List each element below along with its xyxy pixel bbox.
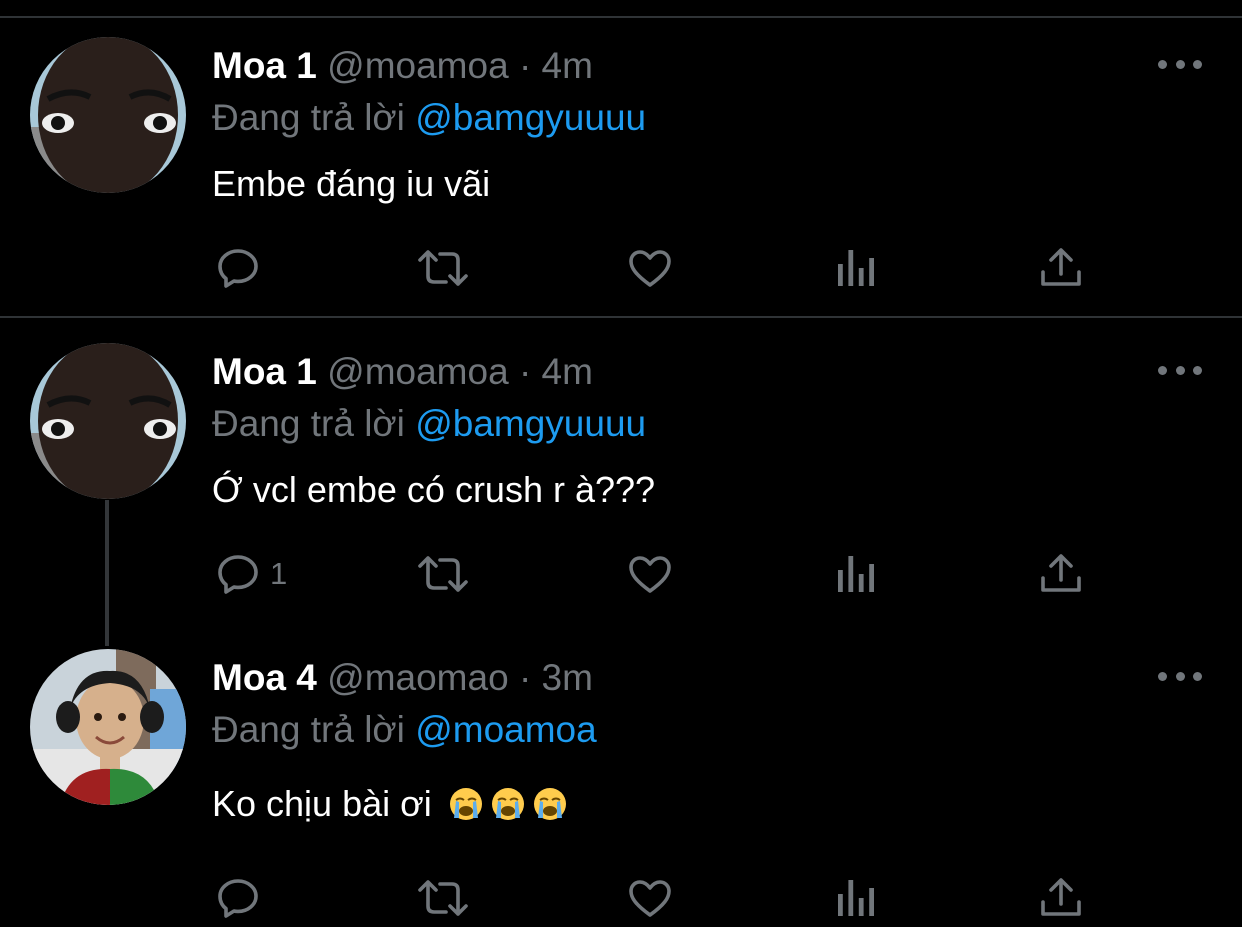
retweet-button[interactable] <box>416 550 470 598</box>
loudly-crying-face-icon <box>449 788 482 820</box>
top-divider <box>0 16 1242 18</box>
tweet-text: Ko chịu bài ơi <box>212 783 432 824</box>
tweet-text: Ớ vcl embe có crush r à??? <box>212 469 656 510</box>
retweet-icon <box>418 880 468 916</box>
like-icon <box>629 556 671 593</box>
handle[interactable]: @moamoa <box>327 351 509 392</box>
share-button[interactable] <box>1037 874 1085 922</box>
retweet-button[interactable] <box>416 874 470 922</box>
reply-icon <box>218 555 258 594</box>
like-button[interactable] <box>626 244 674 292</box>
timestamp[interactable]: · 3m <box>519 657 593 698</box>
reply-prefix: Đang trả lời <box>212 709 405 750</box>
display-name[interactable]: Moa 1 <box>212 351 317 392</box>
reply-context: Đang trả lời @bamgyuuuu <box>212 97 646 139</box>
display-name[interactable]: Moa 1 <box>212 45 317 86</box>
reply-prefix: Đang trả lời <box>212 403 405 444</box>
more-icon[interactable] <box>1158 670 1202 682</box>
share-button[interactable] <box>1037 550 1085 598</box>
analytics-button[interactable] <box>834 552 878 596</box>
like-button[interactable] <box>626 874 674 922</box>
reply-icon <box>218 879 258 918</box>
reply-mention[interactable]: @moamoa <box>415 709 597 750</box>
loudly-crying-face-icon <box>491 788 524 820</box>
more-icon[interactable] <box>1158 58 1202 70</box>
reply-context: Đang trả lời @moamoa <box>212 709 597 751</box>
reply-button[interactable] <box>214 874 270 922</box>
avatar[interactable] <box>30 649 186 805</box>
handle[interactable]: @maomao <box>327 657 509 698</box>
reply-prefix: Đang trả lời <box>212 97 405 138</box>
retweet-button[interactable] <box>416 244 470 292</box>
reply-button[interactable]: 1 <box>214 550 287 598</box>
tweet-header: Moa 4 @maomao · 3m <box>212 657 593 699</box>
reply-button[interactable] <box>214 244 270 292</box>
tweet-header: Moa 1 @moamoa · 4m <box>212 45 593 87</box>
timestamp[interactable]: · 4m <box>519 351 593 392</box>
analytics-icon <box>838 556 874 592</box>
reply-context: Đang trả lời @bamgyuuuu <box>212 403 646 445</box>
share-icon <box>1041 248 1081 286</box>
tweet-divider <box>0 316 1242 318</box>
retweet-icon <box>418 250 468 286</box>
share-icon <box>1041 554 1081 592</box>
avatar[interactable] <box>30 37 186 193</box>
tweet-text-row: Ko chịu bài ơi <box>212 783 568 825</box>
like-button[interactable] <box>626 550 674 598</box>
tweet-header: Moa 1 @moamoa · 4m <box>212 351 593 393</box>
share-button[interactable] <box>1037 244 1085 292</box>
reply-mention[interactable]: @bamgyuuuu <box>415 403 646 444</box>
reply-mention[interactable]: @bamgyuuuu <box>415 97 646 138</box>
reply-icon <box>218 249 258 288</box>
tweet-text: Embe đáng iu vãi <box>212 163 491 204</box>
like-icon <box>629 250 671 287</box>
like-icon <box>629 880 671 917</box>
more-icon[interactable] <box>1158 364 1202 376</box>
analytics-button[interactable] <box>834 876 878 920</box>
reply-count: 1 <box>270 556 288 591</box>
avatar[interactable] <box>30 343 186 499</box>
thread-connector <box>105 500 109 646</box>
retweet-icon <box>418 556 468 592</box>
loudly-crying-face-icon <box>533 788 566 820</box>
handle[interactable]: @moamoa <box>327 45 509 86</box>
display-name[interactable]: Moa 4 <box>212 657 317 698</box>
analytics-icon <box>838 880 874 916</box>
analytics-button[interactable] <box>834 246 878 290</box>
timestamp[interactable]: · 4m <box>519 45 593 86</box>
analytics-icon <box>838 250 874 286</box>
share-icon <box>1041 878 1081 916</box>
